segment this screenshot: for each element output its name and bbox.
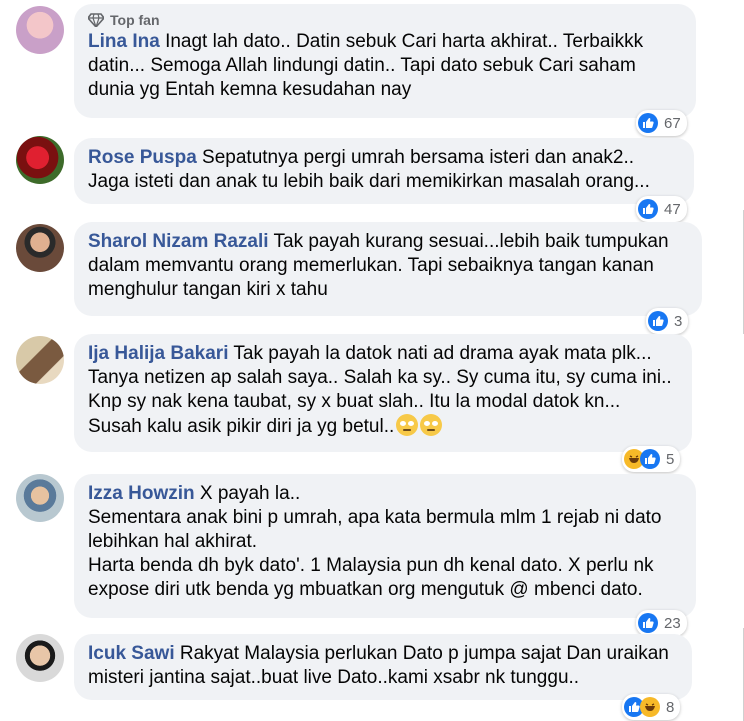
- like-reaction-icon: [638, 613, 658, 633]
- comment-bubble: Ija Halija Bakari Tak payah la datok nat…: [74, 334, 692, 452]
- reaction-count: 23: [664, 614, 681, 632]
- reaction-count: 3: [674, 312, 683, 330]
- comment-text: Sharol Nizam Razali Tak payah kurang ses…: [88, 230, 688, 302]
- comment-text: Rose Puspa Sepatutnya pergi umrah bersam…: [88, 146, 680, 194]
- comment-bubble: Icuk Sawi Rakyat Malaysia perlukan Dato …: [74, 634, 692, 700]
- reaction-summary[interactable]: 8: [622, 694, 681, 720]
- comment-author[interactable]: Ija Halija Bakari: [88, 343, 228, 364]
- comment-bubble: Top fan Lina Ina Inagt lah dato.. Datin …: [74, 4, 696, 118]
- comment-body: Inagt lah dato.. Datin sebuk Cari harta …: [88, 31, 649, 100]
- badge-label: Top fan: [110, 12, 160, 28]
- like-reaction-icon: [640, 449, 660, 469]
- reaction-summary[interactable]: 5: [622, 446, 681, 472]
- avatar[interactable]: [16, 336, 64, 384]
- like-reaction-icon: [648, 311, 668, 331]
- reaction-count: 67: [664, 114, 681, 132]
- comment-bubble: Rose Puspa Sepatutnya pergi umrah bersam…: [74, 138, 694, 204]
- reaction-summary[interactable]: 3: [646, 308, 689, 334]
- haha-reaction-icon: [640, 697, 660, 717]
- reaction-summary[interactable]: 47: [636, 196, 687, 222]
- comment-text: Lina Ina Inagt lah dato.. Datin sebuk Ca…: [88, 30, 682, 102]
- reaction-count: 5: [666, 450, 675, 468]
- comment-author[interactable]: Icuk Sawi: [88, 643, 175, 664]
- comment-bubble: Sharol Nizam Razali Tak payah kurang ses…: [74, 222, 702, 316]
- avatar[interactable]: [16, 224, 64, 272]
- comment-text: Ija Halija Bakari Tak payah la datok nat…: [88, 342, 678, 439]
- comment-text: Icuk Sawi Rakyat Malaysia perlukan Dato …: [88, 642, 678, 690]
- rolling-eyes-emoji-icon: [396, 414, 419, 436]
- top-fan-badge: Top fan: [88, 12, 682, 28]
- comment-author[interactable]: Lina Ina: [88, 31, 160, 52]
- reaction-count: 47: [664, 200, 681, 218]
- rolling-eyes-emoji-icon: [420, 414, 443, 436]
- avatar[interactable]: [16, 6, 64, 54]
- reaction-count: 8: [666, 698, 675, 716]
- diamond-icon: [88, 13, 104, 27]
- comment-text: Izza Howzin X payah la.. Sementara anak …: [88, 482, 682, 602]
- like-reaction-icon: [638, 113, 658, 133]
- avatar[interactable]: [16, 136, 64, 184]
- comment-author[interactable]: Izza Howzin: [88, 483, 195, 504]
- comment-bubble: Izza Howzin X payah la.. Sementara anak …: [74, 474, 696, 618]
- comment-author[interactable]: Rose Puspa: [88, 147, 197, 168]
- reaction-summary[interactable]: 23: [636, 610, 687, 636]
- avatar[interactable]: [16, 474, 64, 522]
- avatar[interactable]: [16, 634, 64, 682]
- comment-body: Rakyat Malaysia perlukan Dato p jumpa sa…: [88, 643, 675, 688]
- comment-author[interactable]: Sharol Nizam Razali: [88, 231, 269, 252]
- reaction-summary[interactable]: 67: [636, 110, 687, 136]
- like-reaction-icon: [638, 199, 658, 219]
